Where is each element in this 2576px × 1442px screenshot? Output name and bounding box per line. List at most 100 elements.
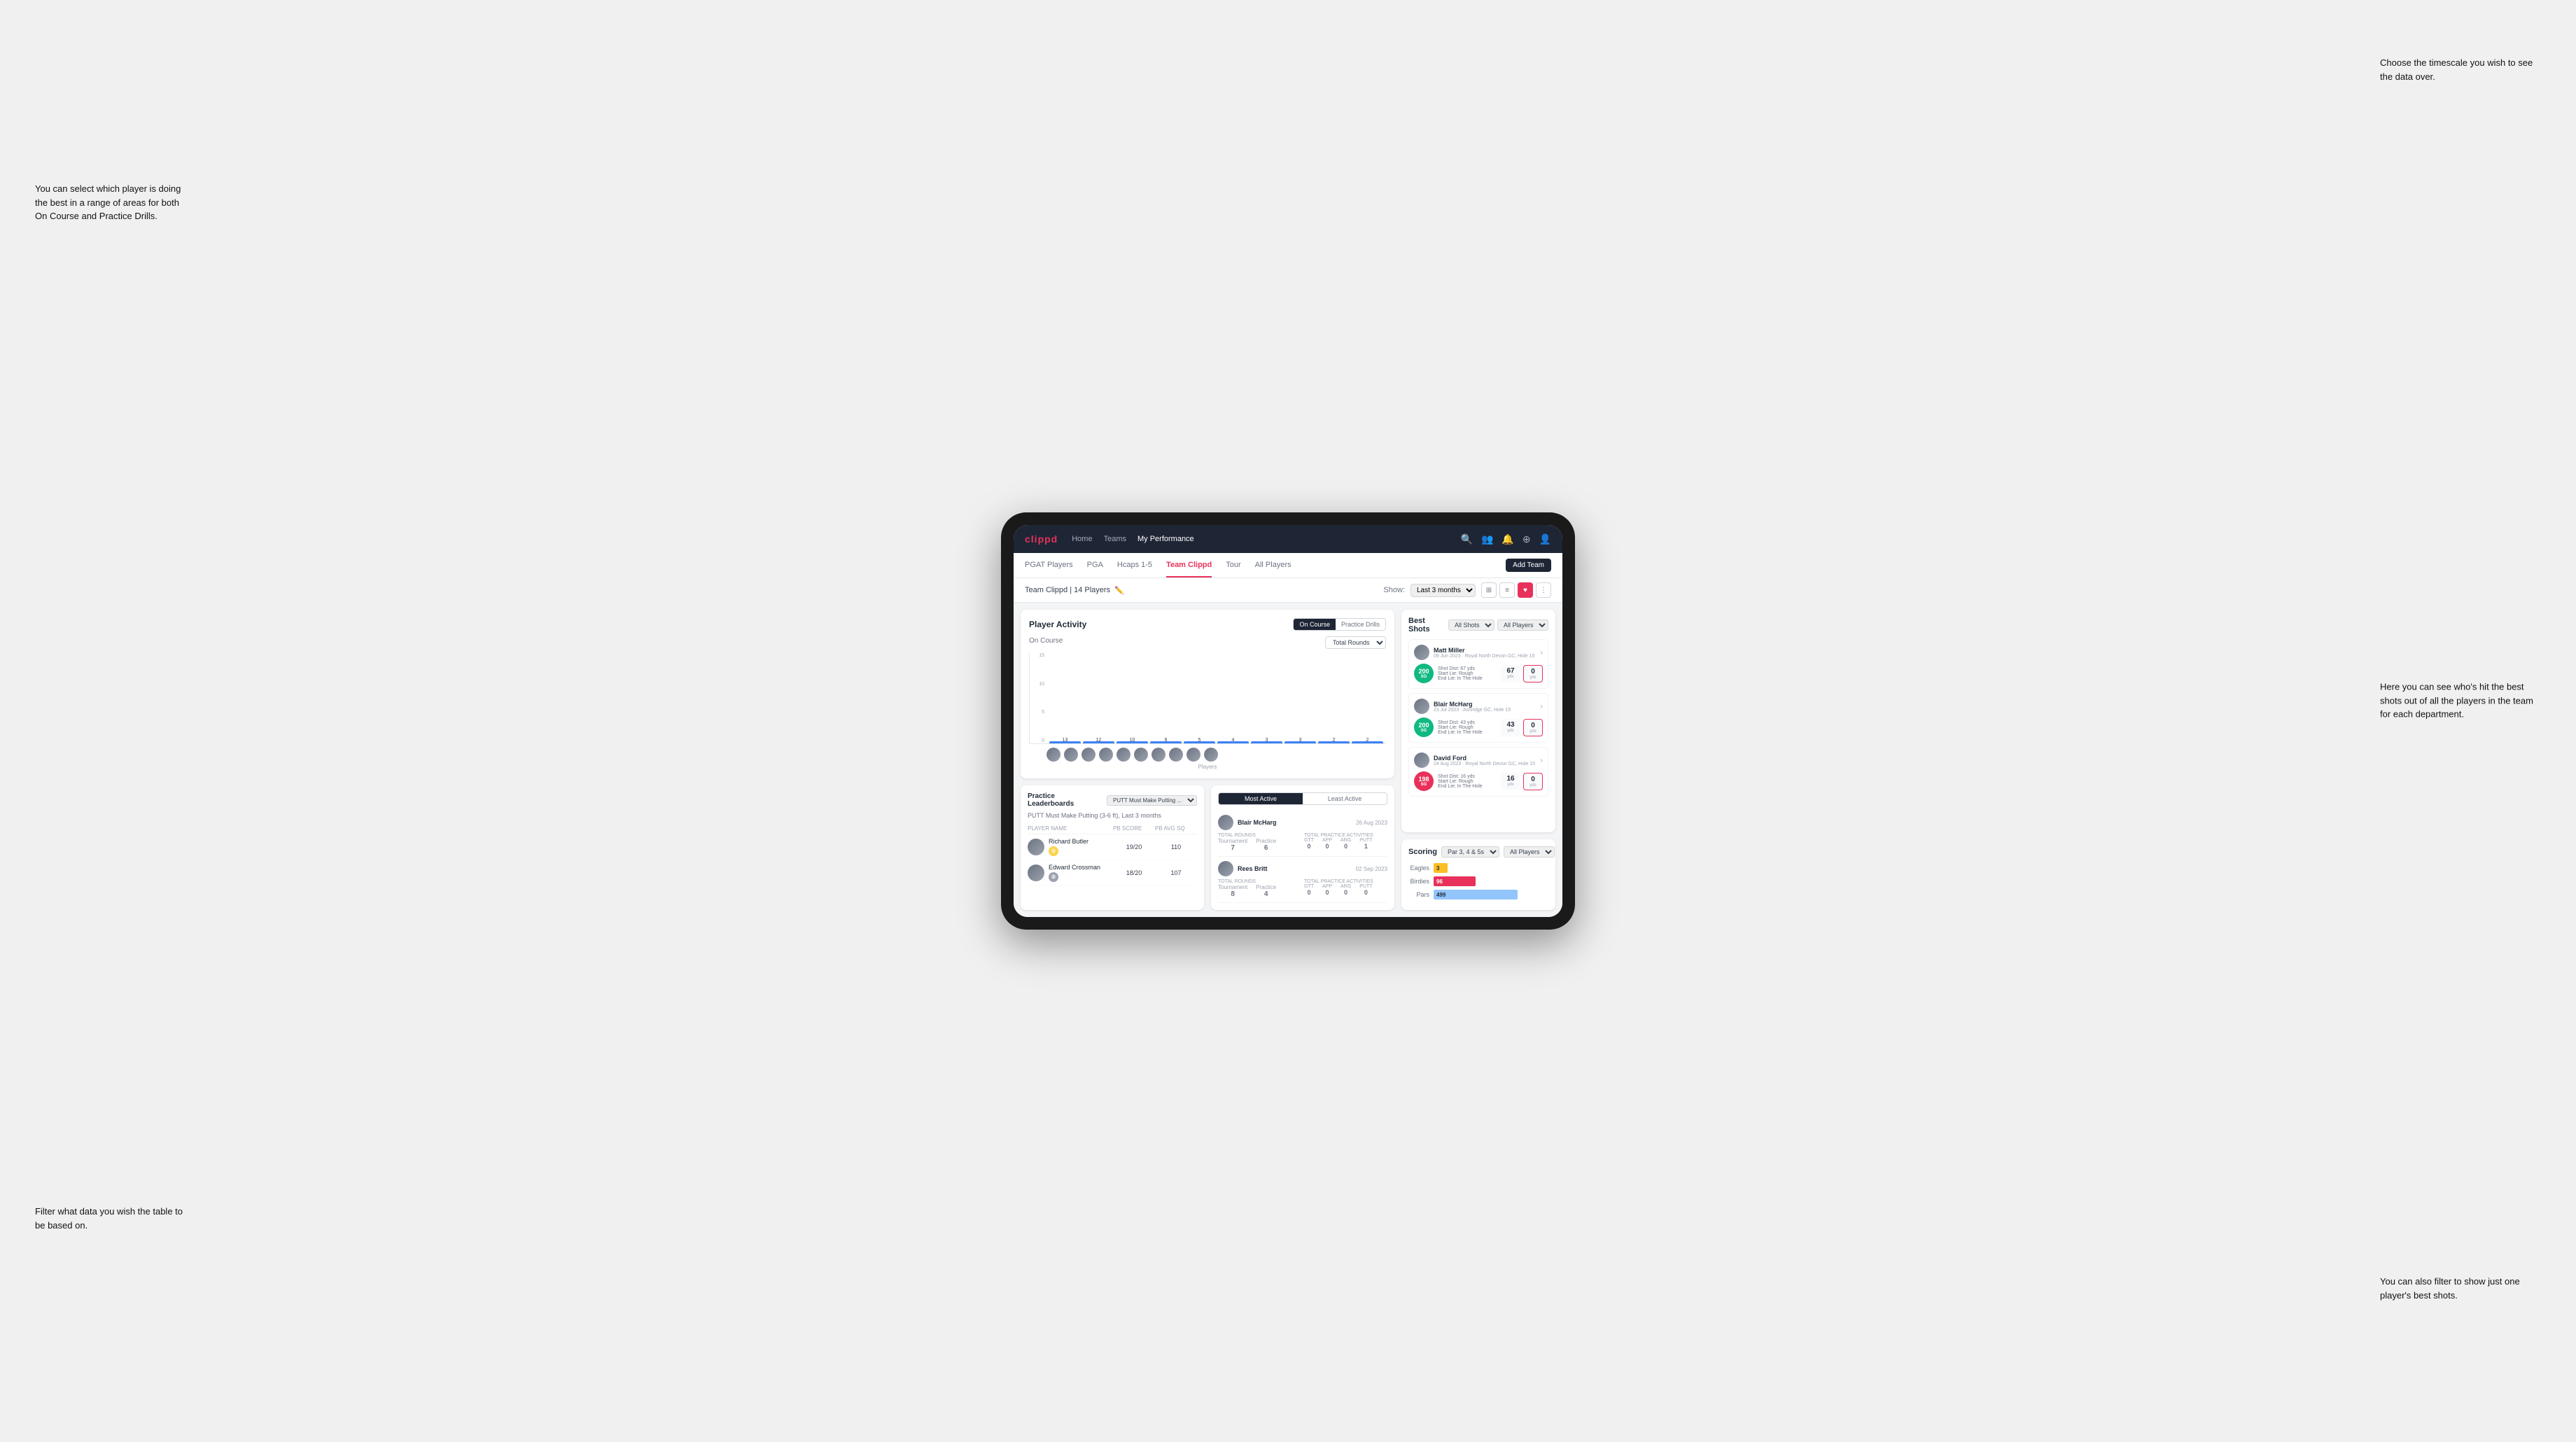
pb-avg: 110 xyxy=(1155,844,1197,850)
birdies-bar: 96 xyxy=(1434,876,1476,886)
avatar xyxy=(1151,747,1166,762)
shot-stat-dist: 16 yds xyxy=(1501,773,1520,790)
plus-circle-icon[interactable]: ⊕ xyxy=(1522,533,1531,545)
bar-highlight xyxy=(1318,741,1350,743)
shot-stat-remain: 0 yds xyxy=(1523,773,1543,790)
chart-bar: 3 xyxy=(1284,738,1316,743)
activity-chart: 15 10 5 0 13 12 10 xyxy=(1029,653,1386,744)
nav-links: Home Teams My Performance xyxy=(1072,535,1194,543)
time-filter-select[interactable]: Last 3 months Last 6 months Last year xyxy=(1410,584,1476,597)
rank-badge-silver: ② xyxy=(1049,872,1058,882)
pb-avg: 107 xyxy=(1155,869,1197,876)
scoring-filter2[interactable]: All Players xyxy=(1504,846,1555,858)
tab-hcaps[interactable]: Hcaps 1-5 xyxy=(1117,553,1152,578)
nav-teams[interactable]: Teams xyxy=(1104,535,1126,543)
tabs-bar: PGAT Players PGA Hcaps 1-5 Team Clippd T… xyxy=(1014,553,1562,578)
chart-bar: 9 xyxy=(1150,738,1182,743)
shot-score-badge: 198 SG xyxy=(1414,771,1434,791)
table-row: Edward Crossman ② 18/20 107 xyxy=(1028,860,1197,886)
practice-filter[interactable]: PUTT Must Make Putting ... xyxy=(1107,795,1197,806)
list-item: Blair McHarg 26 Aug 2023 Total Rounds xyxy=(1218,811,1387,857)
player-avatars xyxy=(1029,747,1386,762)
shot-stat-dist: 67 yds xyxy=(1501,665,1520,682)
shot-info: Shot Dist: 67 yds Start Lie: Rough End L… xyxy=(1438,666,1497,681)
shot-score-badge: 200 SG xyxy=(1414,718,1434,737)
player-name: Edward Crossman xyxy=(1049,864,1100,871)
pb-score: 19/20 xyxy=(1113,844,1155,850)
show-label: Show: xyxy=(1383,586,1405,594)
player-name: Blair McHarg xyxy=(1238,819,1277,826)
add-team-button[interactable]: Add Team xyxy=(1506,559,1551,572)
activity-header: Player Activity On Course Practice Drill… xyxy=(1029,618,1386,631)
avatar xyxy=(1414,699,1429,714)
grid-view-icon[interactable]: ⊞ xyxy=(1481,582,1497,598)
bar-highlight xyxy=(1284,741,1316,743)
most-active-btn[interactable]: Most Active xyxy=(1219,793,1303,804)
on-course-toggle[interactable]: On Course xyxy=(1294,619,1336,630)
active-toggle: Most Active Least Active xyxy=(1218,792,1387,805)
shot-item[interactable]: Blair McHarg 23 Jul 2023 · Ashridge GC, … xyxy=(1408,693,1548,743)
practice-drills-toggle[interactable]: Practice Drills xyxy=(1336,619,1385,630)
shots-filter2[interactable]: All Players xyxy=(1497,620,1548,631)
chart-bar: 2 xyxy=(1318,738,1350,743)
drill-title: PUTT Must Make Putting (3-6 ft), Last 3 … xyxy=(1028,812,1197,819)
view-icons: ⊞ ≡ ♥ ⋮ xyxy=(1481,582,1551,598)
search-icon[interactable]: 🔍 xyxy=(1461,533,1473,545)
nav-home[interactable]: Home xyxy=(1072,535,1092,543)
course-toggle: On Course Practice Drills xyxy=(1293,618,1386,631)
avatar xyxy=(1133,747,1149,762)
player-name: Rees Britt xyxy=(1238,865,1268,872)
bar-highlight xyxy=(1116,741,1148,743)
chart-filter-select[interactable]: Total Rounds Fairways Hit GIR xyxy=(1325,636,1386,649)
chevron-right-icon: › xyxy=(1541,649,1543,657)
activity-date: 02 Sep 2023 xyxy=(1356,866,1387,872)
avatar xyxy=(1098,747,1114,762)
least-active-btn[interactable]: Least Active xyxy=(1303,793,1387,804)
x-axis-label: Players xyxy=(1029,764,1386,770)
on-course-label: On Course xyxy=(1029,637,1063,645)
bar-highlight xyxy=(1083,741,1114,743)
list-view-icon[interactable]: ≡ xyxy=(1499,582,1515,598)
scoring-card: Scoring Par 3, 4 & 5s All Players Eagles xyxy=(1401,839,1555,910)
table-row: Richard Butler ① 19/20 110 xyxy=(1028,834,1197,860)
avatar xyxy=(1186,747,1201,762)
nav-bar: clippd Home Teams My Performance 🔍 👥 🔔 ⊕… xyxy=(1014,525,1562,553)
user-avatar-icon[interactable]: 👤 xyxy=(1539,533,1551,545)
annotation-top-right: Choose the timescale you wish to see the… xyxy=(2380,56,2534,83)
tab-team-clippd[interactable]: Team Clippd xyxy=(1166,553,1212,578)
scoring-pars-row: Pars 499 xyxy=(1408,890,1548,899)
nav-performance[interactable]: My Performance xyxy=(1138,535,1194,543)
scoring-filter1[interactable]: Par 3, 4 & 5s xyxy=(1441,846,1499,858)
tab-pgat[interactable]: PGAT Players xyxy=(1025,553,1073,578)
player-name: Blair McHarg xyxy=(1434,701,1511,708)
heart-view-icon[interactable]: ♥ xyxy=(1518,582,1533,598)
avatar xyxy=(1414,752,1429,768)
annotation-left-top: You can select which player is doing the… xyxy=(35,182,189,223)
chart-bar: 5 xyxy=(1184,738,1215,743)
shot-item[interactable]: David Ford 24 Aug 2023 · Royal North Dev… xyxy=(1408,747,1548,797)
best-shots-card: Best Shots All Shots All Players xyxy=(1401,610,1555,832)
bar-highlight xyxy=(1251,741,1282,743)
tablet-screen: clippd Home Teams My Performance 🔍 👥 🔔 ⊕… xyxy=(1014,525,1562,917)
pars-bar: 499 xyxy=(1434,890,1518,899)
avatar xyxy=(1081,747,1096,762)
tab-tour[interactable]: Tour xyxy=(1226,553,1240,578)
shot-stat-dist: 43 yds xyxy=(1501,719,1520,736)
settings-view-icon[interactable]: ⋮ xyxy=(1536,582,1551,598)
player-name: Richard Butler xyxy=(1049,838,1088,845)
tab-pga[interactable]: PGA xyxy=(1087,553,1103,578)
avatar xyxy=(1218,861,1233,876)
users-icon[interactable]: 👥 xyxy=(1481,533,1493,545)
shots-header: Best Shots All Shots All Players xyxy=(1408,617,1548,634)
shot-item[interactable]: Matt Miller 09 Jun 2023 · Royal North De… xyxy=(1408,639,1548,689)
course-info: 09 Jun 2023 · Royal North Devon GC, Hole… xyxy=(1434,654,1534,659)
tab-all-players[interactable]: All Players xyxy=(1255,553,1292,578)
edit-icon[interactable]: ✏️ xyxy=(1114,586,1124,595)
shots-filter1[interactable]: All Shots xyxy=(1448,620,1494,631)
chart-bar: 2 xyxy=(1352,738,1383,743)
annotation-right-bottom: You can also filter to show just one pla… xyxy=(2380,1275,2541,1302)
app-logo: clippd xyxy=(1025,533,1058,545)
tablet-device: clippd Home Teams My Performance 🔍 👥 🔔 ⊕… xyxy=(1001,512,1575,930)
left-panel: Player Activity On Course Practice Drill… xyxy=(1021,610,1394,910)
bell-icon[interactable]: 🔔 xyxy=(1502,533,1513,545)
